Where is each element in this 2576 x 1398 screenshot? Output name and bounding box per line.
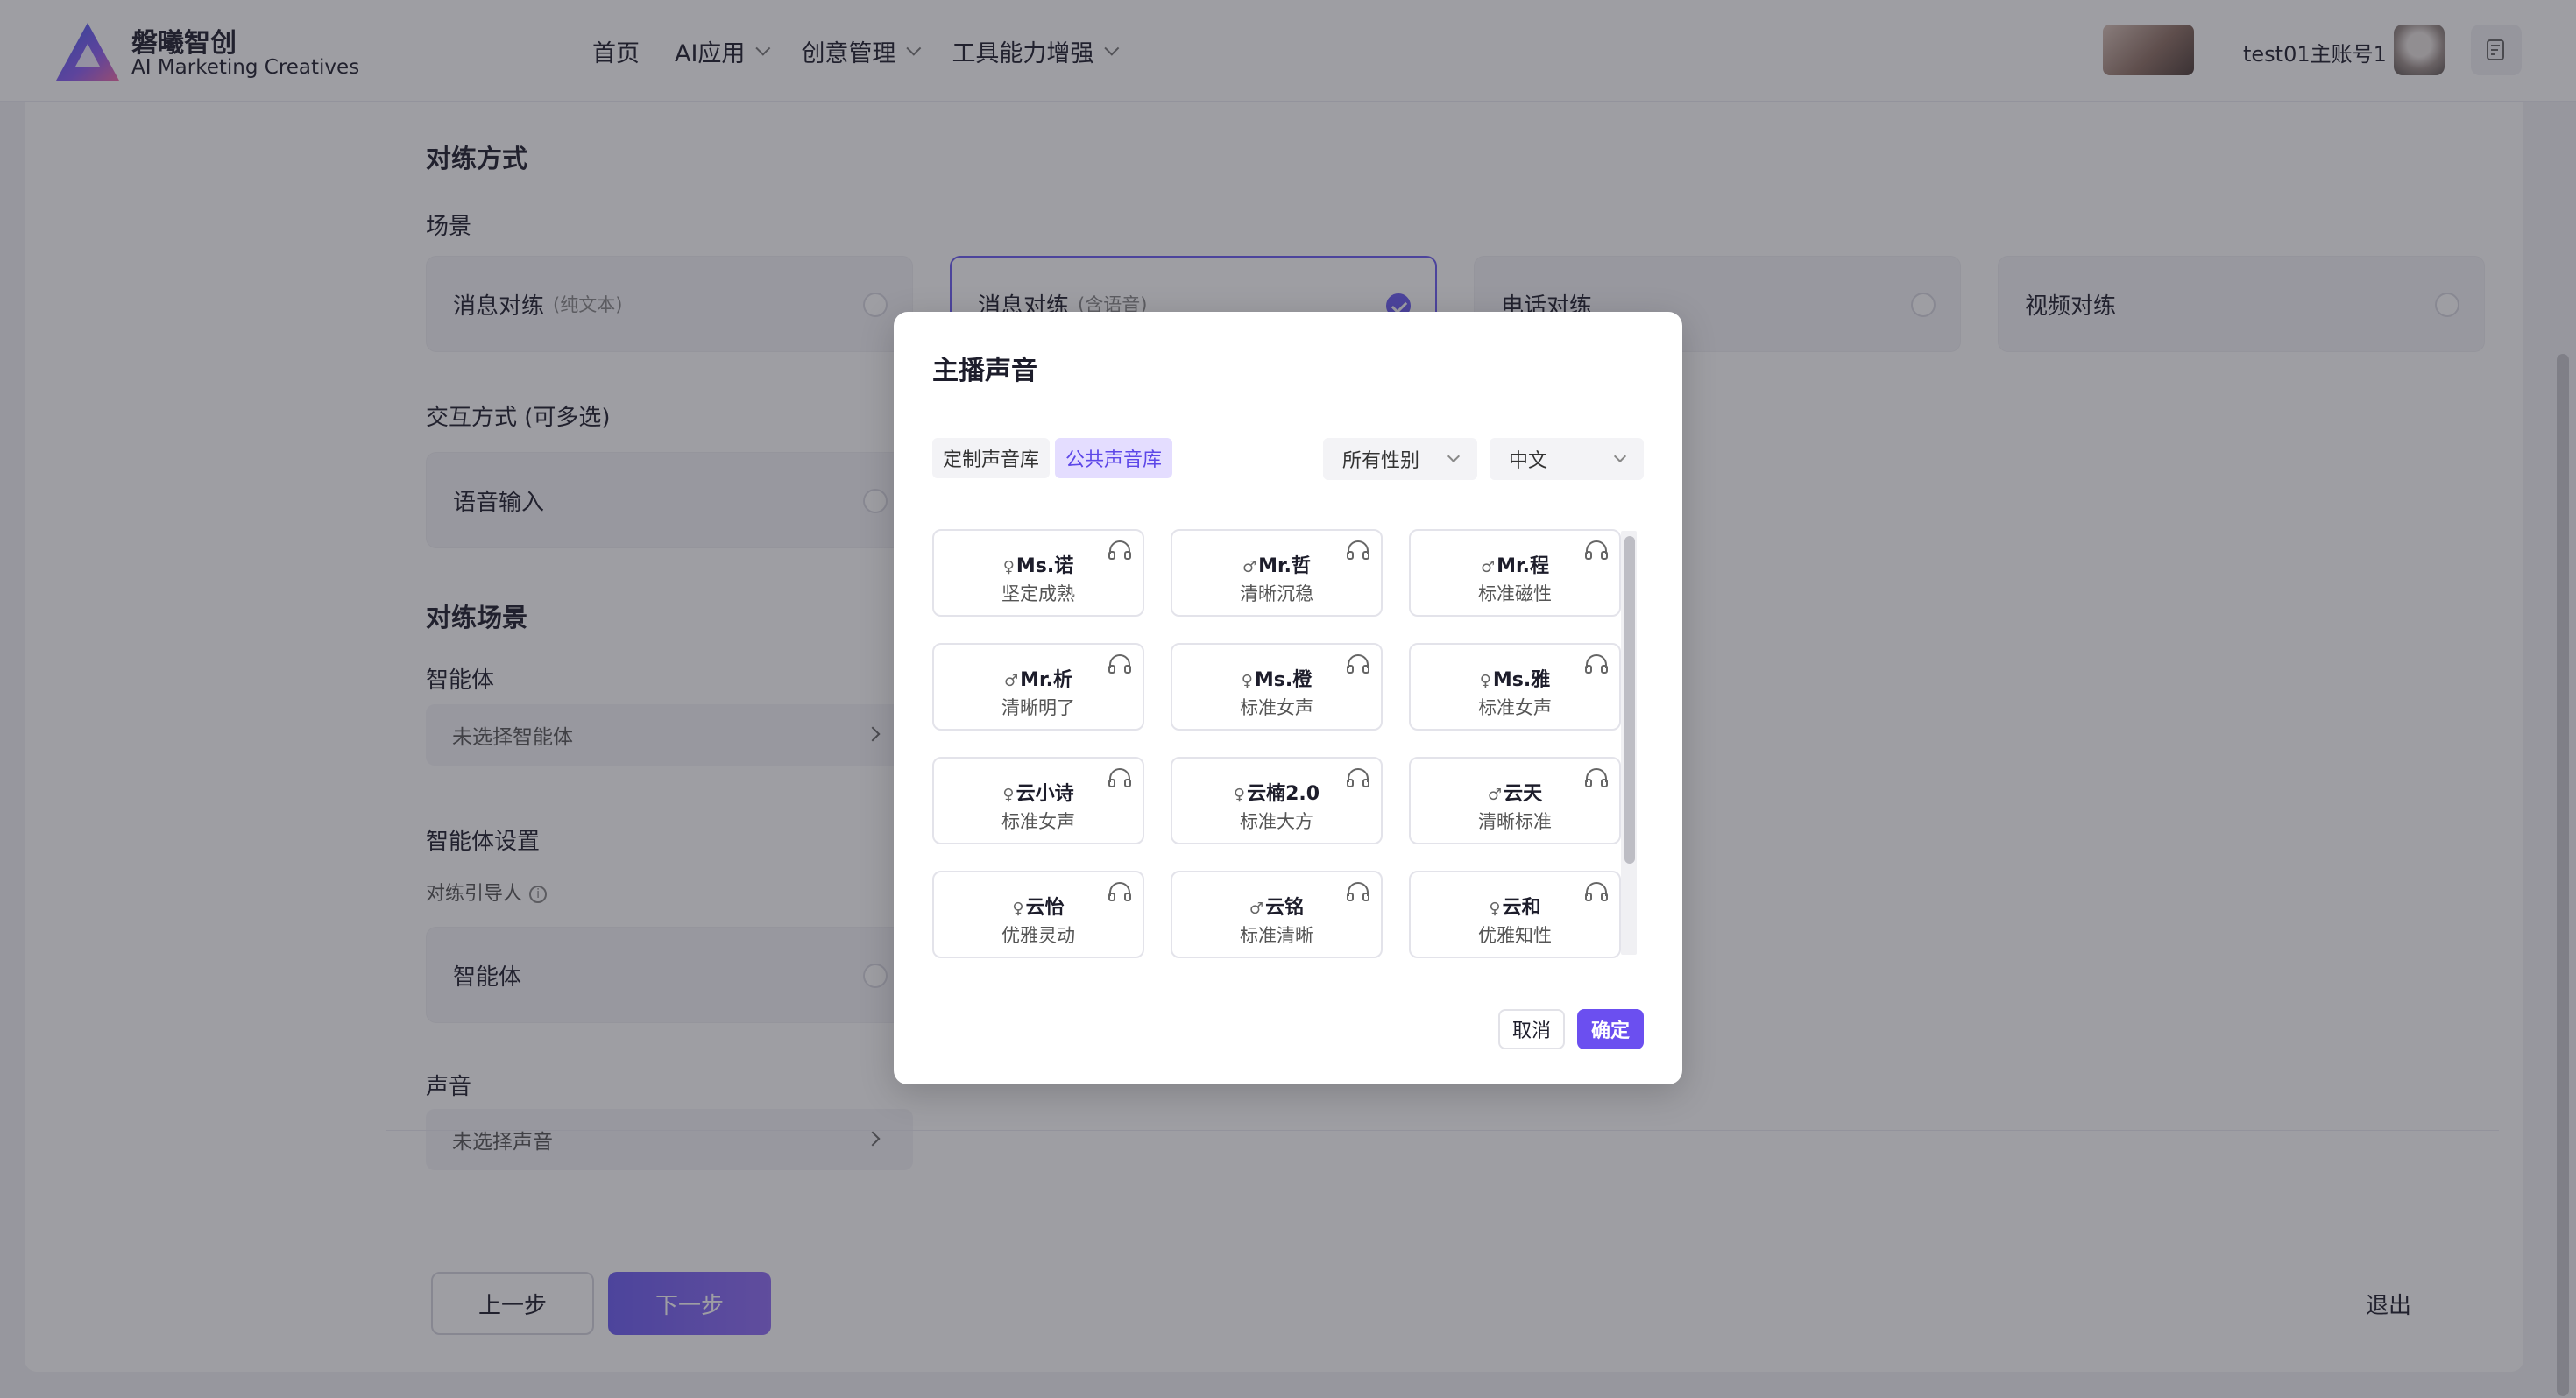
headphones-icon[interactable] [1346, 767, 1370, 788]
voice-description: 标准大方 [1240, 811, 1313, 832]
confirm-button[interactable]: 确定 [1577, 1009, 1644, 1049]
voice-description: 清晰标准 [1478, 811, 1552, 832]
chevron-down-icon [1613, 449, 1627, 463]
voice-name-text: 云小诗 [1016, 783, 1074, 805]
voice-description: 标准女声 [1001, 811, 1075, 832]
voice-card[interactable]: ♂Mr.程标准磁性 [1409, 529, 1621, 617]
headphones-icon[interactable] [1584, 540, 1609, 561]
language-filter-value: 中文 [1509, 450, 1548, 472]
headphones-icon[interactable] [1584, 653, 1609, 674]
chevron-down-icon [1447, 449, 1461, 463]
gender-icon: ♀ [1233, 786, 1246, 804]
voice-description: 坚定成熟 [1001, 583, 1075, 604]
gender-icon: ♂ [1242, 558, 1257, 576]
gender-icon: ♂ [1487, 786, 1503, 804]
headphones-icon[interactable] [1346, 653, 1370, 674]
headphones-icon[interactable] [1108, 653, 1132, 674]
gender-icon: ♀ [1479, 672, 1491, 690]
headphones-icon[interactable] [1584, 881, 1609, 902]
gender-icon: ♀ [1241, 672, 1253, 690]
voice-name-text: 云铭 [1265, 897, 1305, 919]
headphones-icon[interactable] [1108, 767, 1132, 788]
voice-card[interactable]: ♀云小诗标准女声 [932, 757, 1144, 844]
gender-icon: ♀ [1489, 900, 1501, 918]
voice-name-text: 云怡 [1025, 897, 1065, 919]
headphones-icon[interactable] [1108, 540, 1132, 561]
voice-card[interactable]: ♂Mr.析清晰明了 [932, 643, 1144, 731]
voice-card[interactable]: ♀Ms.诺坚定成熟 [932, 529, 1144, 617]
modal-title: 主播声音 [932, 356, 1037, 386]
voice-description: 标准清晰 [1240, 925, 1313, 946]
gender-filter-select[interactable]: 所有性别 [1323, 438, 1477, 480]
gender-icon: ♀ [1012, 900, 1024, 918]
voice-card[interactable]: ♀Ms.雅标准女声 [1409, 643, 1621, 731]
voice-card[interactable]: ♀云怡优雅灵动 [932, 871, 1144, 958]
voice-name-text: Mr.哲 [1258, 555, 1312, 577]
voice-picker-modal: 主播声音 定制声音库 公共声音库 所有性别 中文 取消 确定 ♀Ms.诺 坚定成熟… [894, 312, 1682, 1084]
voice-name-text: Ms.雅 [1492, 669, 1551, 691]
tab-custom-voice-library[interactable]: 定制声音库 [932, 438, 1051, 478]
gender-filter-value: 所有性别 [1342, 450, 1420, 472]
voice-description: 清晰明了 [1001, 697, 1075, 718]
voice-description: 清晰沉稳 [1240, 583, 1313, 604]
voice-name-text: 云和 [1502, 897, 1541, 919]
voice-description: 标准磁性 [1478, 583, 1552, 604]
gender-icon: ♂ [1003, 672, 1019, 690]
gender-icon: ♀ [1002, 558, 1015, 576]
gender-icon: ♂ [1480, 558, 1496, 576]
headphones-icon[interactable] [1108, 881, 1132, 902]
voice-name-text: Mr.程 [1497, 555, 1550, 577]
voice-card[interactable]: ♀云楠2.0 标准大方 [1171, 757, 1383, 844]
voice-card[interactable]: ♂云铭标准清晰 [1171, 871, 1383, 958]
gender-icon: ♂ [1249, 900, 1264, 918]
voice-list-scrollbar-thumb[interactable] [1624, 536, 1635, 864]
voice-card[interactable]: ♂云天清晰标准 [1409, 757, 1621, 844]
voice-description: 优雅知性 [1478, 925, 1552, 946]
cancel-button[interactable]: 取消 [1498, 1009, 1565, 1049]
voice-description: 标准女声 [1478, 697, 1552, 718]
voice-name-text: Ms.诺 [1016, 555, 1074, 577]
voice-description: 优雅灵动 [1001, 925, 1075, 946]
language-filter-select[interactable]: 中文 [1490, 438, 1644, 480]
gender-icon: ♀ [1002, 786, 1015, 804]
voice-card[interactable]: ♂Mr.哲清晰沉稳 [1171, 529, 1383, 617]
voice-card[interactable]: ♀云和优雅知性 [1409, 871, 1621, 958]
headphones-icon[interactable] [1346, 881, 1370, 902]
voice-name-text: 云天 [1504, 783, 1543, 805]
voice-name-text: Ms.橙 [1254, 669, 1313, 691]
headphones-icon[interactable] [1584, 767, 1609, 788]
voice-name-text: 云楠2.0 [1247, 783, 1320, 805]
headphones-icon[interactable] [1346, 540, 1370, 561]
tab-public-voice-library[interactable]: 公共声音库 [1055, 438, 1173, 478]
voice-card[interactable]: ♀Ms.橙标准女声 [1171, 643, 1383, 731]
voice-description: 标准女声 [1240, 697, 1313, 718]
voice-name-text: Mr.析 [1020, 669, 1073, 691]
